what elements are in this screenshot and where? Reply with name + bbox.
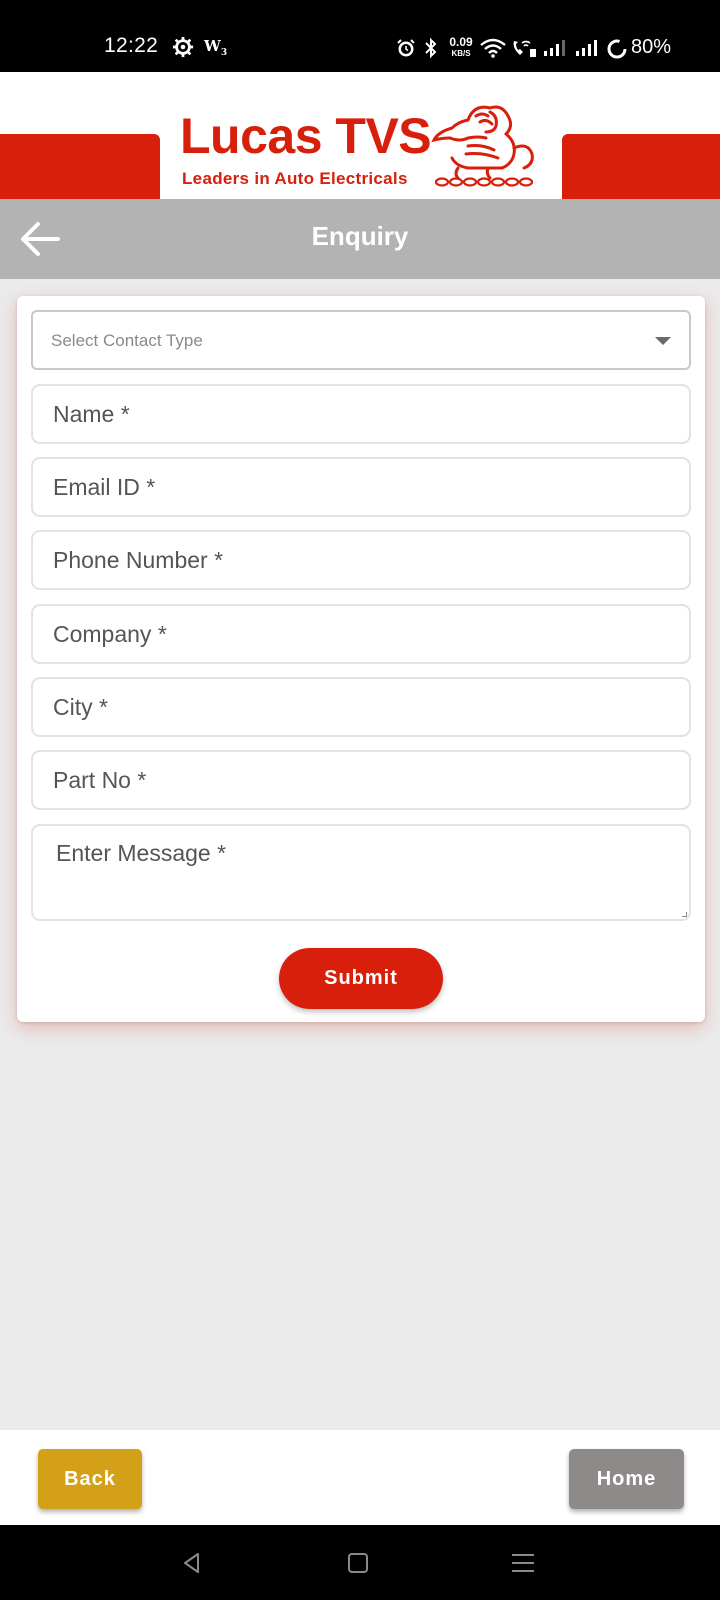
nav-back-icon[interactable] bbox=[178, 1549, 206, 1577]
signal-icon bbox=[576, 40, 597, 56]
message-placeholder: Enter Message * bbox=[56, 840, 227, 866]
brand-tagline: Leaders in Auto Electricals bbox=[182, 169, 408, 188]
email-placeholder: Email ID * bbox=[53, 474, 156, 500]
name-input[interactable]: Name * bbox=[31, 384, 691, 444]
header-red-band bbox=[562, 134, 720, 199]
contact-type-select[interactable]: Select Contact Type bbox=[31, 310, 691, 370]
phone-input[interactable]: Phone Number * bbox=[31, 530, 691, 590]
title-bar: Enquiry bbox=[0, 199, 720, 279]
header-red-band bbox=[0, 134, 160, 199]
brand-header: Lucas TVS Leaders in Auto Electricals bbox=[0, 72, 720, 199]
caret-down-icon bbox=[655, 337, 671, 345]
signal-icon bbox=[544, 40, 565, 56]
nav-home-icon[interactable] bbox=[344, 1549, 372, 1577]
nav-menu-icon[interactable] bbox=[509, 1549, 537, 1577]
wifi-calling-icon bbox=[513, 40, 536, 57]
brand-name: Lucas TVS bbox=[180, 108, 432, 164]
message-textarea[interactable]: Enter Message * bbox=[31, 824, 691, 921]
battery-ring-icon bbox=[607, 39, 627, 59]
network-speed-unit: KB/S bbox=[451, 49, 471, 58]
enquiry-form: Select Contact Type Name * Email ID * Ph… bbox=[17, 296, 705, 1022]
city-placeholder: City * bbox=[53, 694, 108, 720]
page-title: Enquiry bbox=[311, 221, 409, 251]
back-button[interactable]: Back bbox=[38, 1449, 142, 1509]
network-speed-value: 0.09 bbox=[449, 35, 473, 49]
status-bar: 12:22 W3 0.09 KB/S 80% bbox=[0, 0, 720, 72]
system-nav-bar bbox=[0, 1525, 720, 1600]
status-time: 12:22 bbox=[104, 34, 159, 57]
bottom-action-bar: Back Home bbox=[0, 1430, 720, 1525]
network-speed: 0.09 KB/S bbox=[446, 35, 476, 59]
bluetooth-icon bbox=[425, 37, 437, 59]
home-button[interactable]: Home bbox=[569, 1449, 684, 1509]
settings-gear-icon bbox=[172, 36, 194, 58]
w-app-icon: W3 bbox=[204, 37, 228, 58]
company-input[interactable]: Company * bbox=[31, 604, 691, 664]
battery-percent: 80% bbox=[631, 36, 672, 58]
resize-grip-icon[interactable] bbox=[682, 912, 687, 917]
email-input[interactable]: Email ID * bbox=[31, 457, 691, 517]
company-placeholder: Company * bbox=[53, 621, 167, 647]
part-no-placeholder: Part No * bbox=[53, 767, 147, 793]
submit-button[interactable]: Submit bbox=[279, 948, 443, 1009]
wifi-icon bbox=[480, 38, 506, 58]
phone-placeholder: Phone Number * bbox=[53, 547, 224, 573]
contact-type-placeholder: Select Contact Type bbox=[51, 331, 203, 350]
name-placeholder: Name * bbox=[53, 401, 130, 427]
alarm-icon bbox=[397, 39, 415, 57]
brand-logo: Lucas TVS Leaders in Auto Electricals bbox=[160, 86, 562, 199]
city-input[interactable]: City * bbox=[31, 677, 691, 737]
lion-emblem-icon bbox=[431, 105, 534, 187]
part-no-input[interactable]: Part No * bbox=[31, 750, 691, 810]
